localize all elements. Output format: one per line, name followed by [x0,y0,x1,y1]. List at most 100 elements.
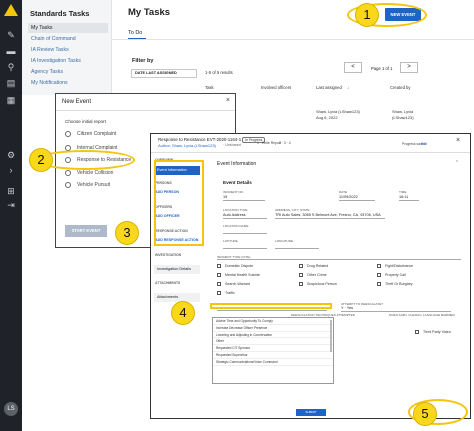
checkbox-property-call[interactable]: Property Call [377,273,406,277]
dialog-divider [56,110,235,111]
sidebar-item-ia-investigation[interactable]: IA Investigation Tasks [28,56,108,66]
plus-box-icon[interactable]: ⊞ [6,186,16,196]
checkbox-icon[interactable] [299,264,303,268]
radio-icon[interactable] [65,182,71,188]
checkbox-icon[interactable] [377,273,381,277]
checkbox-traffic[interactable]: Traffic [217,291,235,295]
logo-icon [4,4,18,16]
step-indicator[interactable]: 2 · 3 · 4 [279,141,291,145]
dropdown-option[interactable]: Strategic Communications/Voice Command [213,359,333,366]
row-created-by: Shaw, Lyvia [392,109,414,114]
sort-arrow-icon[interactable]: ↓ [347,85,349,90]
checkbox-domestic-dispute[interactable]: Domestic Dispute [217,264,253,268]
sidebar-item-agency-tasks[interactable]: Agency Tasks [28,67,108,77]
edit-link[interactable]: Edit [421,142,427,146]
sidebar-item-notifications[interactable]: My Notifications [28,78,108,88]
document-icon[interactable]: ▦ [6,95,16,105]
checkbox-third-party-video[interactable]: Third Party Video [415,330,451,334]
breadcrumb[interactable]: 1 · Write Report [257,141,281,145]
field-value-incident-no[interactable]: 19 [223,195,227,199]
close-icon[interactable]: × [226,97,230,104]
start-event-button[interactable]: START EVENT [65,225,107,237]
chevron-right-icon[interactable]: › [6,165,16,175]
field-value-address[interactable]: TRI Auto Sales, 3065 S Belmont Ave, Fres… [275,213,381,217]
avatar[interactable]: LS [4,402,18,416]
dropdown-scrollbar[interactable] [330,320,332,352]
sidebar-item-ia-review[interactable]: IA Review Tasks [28,45,108,55]
field-label-incident-no: INCIDENT NO. [223,190,244,194]
dropdown-option[interactable]: Requested CIT Sponsor [213,345,333,352]
filter-select[interactable]: DATE LAST ASSIGNED [131,69,197,78]
form-share-status: · Unshared [223,143,241,147]
pager-next-button[interactable]: > [400,62,418,73]
exit-icon[interactable]: ⇥ [6,200,16,210]
field-label-address: ADDRESS, CITY, STATE [275,208,310,212]
checkbox-icon[interactable] [299,282,303,286]
checkbox-icon[interactable] [377,264,381,268]
field-value-time[interactable]: 16:11 [399,195,408,199]
column-header-last-assigned[interactable]: Last assigned [316,85,342,90]
form-author[interactable]: Author: Shaw, Lyvia (LShaw123) [158,143,216,148]
option-citizen-complaint[interactable]: Citizen Complaint [65,130,116,138]
checkbox-theft-burglary[interactable]: Theft Or Burglary [377,282,413,286]
field-label-location-type: LOCATION TYPE [223,208,248,212]
checkbox-icon[interactable] [217,273,221,277]
checkbox-search-warrant[interactable]: Search Warrant [217,282,250,286]
dialog-title: New Event [62,99,92,105]
field-value-location-type[interactable]: Auto Address [223,213,246,217]
form-title: Response to Resistance EVT-2020-1164-1 [158,137,242,142]
sidebar-item-chain-of-command[interactable]: Chain of Command [28,34,108,44]
sidebar-item-investigation-details[interactable]: Investigation Details [154,265,200,274]
option-vehicle-pursuit[interactable]: Vehicle Pursuit [65,181,110,189]
checkbox-label: Domestic Dispute [225,264,254,268]
field-underline [223,218,267,219]
row-last-assigned-date: Aug 6, 2022 [316,115,338,120]
radio-icon[interactable] [65,170,71,176]
result-count: 1-5 of 5 results [205,70,233,75]
sidebar-item-attachments[interactable]: Attachments [154,293,200,302]
checkbox-label: Mental Health Suicide [225,273,260,277]
checkbox-icon[interactable] [217,282,221,286]
field-label-time: TIME [399,190,407,194]
option-vehicle-collision[interactable]: Vehicle Collision [65,169,113,177]
column-header-created-by[interactable]: Created by [390,85,410,90]
dialog-prompt: Choose initial report [65,119,106,124]
column-header-task[interactable]: Task [205,85,214,90]
field-label-date: DATE [339,190,348,194]
page-indicator: Page 1 of 1 [371,66,393,71]
sidebar-header-attachments: ATTACHMENTS [155,281,181,285]
checkbox-mental-health[interactable]: Mental Health Suicide [217,273,260,277]
search-icon[interactable]: ⚲ [6,62,16,72]
dropdown-option[interactable]: Requested Supervisor [213,352,333,359]
language-label: DOES SUBJ. CLEARLY LANGUAGE BARRIER [389,313,455,317]
checkbox-icon[interactable] [415,330,419,334]
gear-icon[interactable]: ⚙ [6,150,16,160]
column-header-officers[interactable]: Involved officers [261,85,291,90]
tab-to-do[interactable]: To Do [128,30,142,36]
deescalation-dropdown[interactable]: Advise Time and Opportunity To Comply In… [212,317,334,384]
checkbox-suspicious-person[interactable]: Suspicious Person [299,282,337,286]
field-value-date[interactable]: 11/09/2022 [339,195,358,199]
sidebar-item-my-tasks[interactable]: My Tasks [28,23,108,33]
attempts-value[interactable]: Y · Yes [341,306,353,310]
checkbox-other-crime[interactable]: Other Crime [299,273,327,277]
dropdown-option[interactable]: Lowering and Adjusting in Conversation [213,332,333,339]
checkbox-fight-disturbance[interactable]: Fight/Disturbance [377,264,413,268]
checkbox-drug-related[interactable]: Drug Related [299,264,328,268]
dropdown-option[interactable]: Increase Decrease Officer Presence [213,325,333,332]
checkbox-icon[interactable] [299,273,303,277]
checkbox-icon[interactable] [217,291,221,295]
chevron-up-icon[interactable]: ⌃ [455,160,459,166]
submit-button[interactable]: SUBMIT [296,409,326,416]
folder-icon[interactable]: ▬ [6,46,16,56]
pencil-icon[interactable]: ✎ [6,30,16,40]
pager-prev-button[interactable]: < [344,62,362,73]
option-label: Vehicle Pursuit [77,182,111,188]
checkbox-icon[interactable] [377,282,381,286]
close-icon[interactable]: × [456,137,460,144]
checkbox-icon[interactable] [217,264,221,268]
dropdown-option[interactable]: Other [213,338,333,346]
chart-icon[interactable]: ▤ [6,78,16,88]
dropdown-option[interactable]: Advise Time and Opportunity To Comply [213,318,333,325]
radio-icon[interactable] [65,131,71,137]
